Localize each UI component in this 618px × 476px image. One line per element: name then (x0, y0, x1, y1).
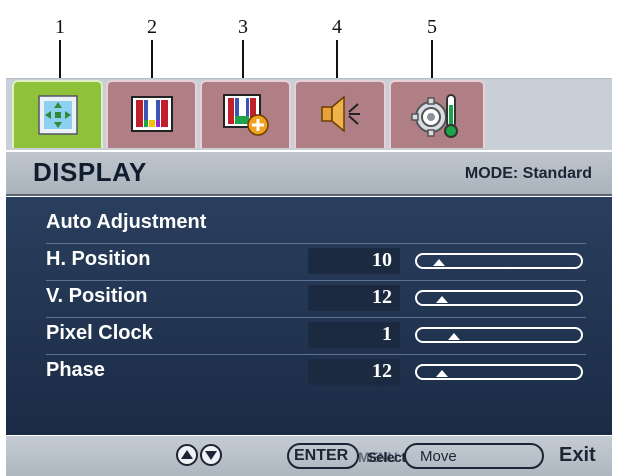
page-title: DISPLAY (33, 157, 147, 187)
up-button[interactable] (176, 444, 198, 466)
value-readout: 12 (372, 286, 392, 308)
tab-picture[interactable] (106, 80, 197, 148)
arrow-down-icon (205, 451, 217, 460)
tab-pointer-5 (431, 40, 433, 82)
value-readout: 10 (372, 249, 392, 271)
menu-select-label: MENUSelect (358, 449, 406, 465)
enter-label[interactable]: ENTER (294, 447, 348, 465)
footer-bar: ENTER MENUSelect Move Exit (6, 436, 612, 476)
v-position-slider[interactable] (414, 287, 584, 309)
menu-item-label: H. Position (46, 248, 151, 270)
move-label[interactable]: Move (420, 448, 457, 465)
menu-panel: Auto Adjustment H. Position 10 V. Positi… (6, 197, 612, 435)
system-gear-icon (411, 94, 458, 138)
menu-header: DISPLAY MODE: Standard (6, 150, 612, 196)
tab-pointer-4 (336, 40, 338, 82)
slider-thumb[interactable] (433, 259, 445, 266)
tab-pointer-2 (151, 40, 153, 82)
slider-thumb[interactable] (448, 333, 460, 340)
value-box: 1 (308, 322, 400, 348)
tab-number-2: 2 (147, 16, 157, 38)
menu-item-auto-adjustment[interactable]: Auto Adjustment (46, 207, 586, 244)
h-position-slider[interactable] (414, 250, 584, 272)
menu-item-phase[interactable]: Phase 12 (46, 355, 586, 391)
exit-button[interactable]: Exit (559, 444, 596, 467)
menu-item-label: V. Position (46, 285, 148, 307)
value-box: 12 (308, 285, 400, 311)
menu-item-label: Phase (46, 359, 105, 381)
pixel-clock-slider[interactable] (414, 324, 584, 346)
down-button[interactable] (200, 444, 222, 466)
tab-picture-advanced[interactable] (200, 80, 291, 148)
value-readout: 12 (372, 360, 392, 382)
arrow-up-icon (181, 450, 193, 459)
tab-system[interactable] (389, 80, 485, 148)
menu-label: MENU (358, 449, 398, 465)
tab-pointer-1 (59, 40, 61, 82)
menu-item-label: Pixel Clock (46, 322, 153, 344)
slider-track[interactable] (415, 327, 583, 343)
mode-indicator: MODE: Standard (464, 165, 592, 182)
tab-number-5: 5 (427, 16, 437, 38)
menu-item-pixel-clock[interactable]: Pixel Clock 1 (46, 318, 586, 355)
value-box: 10 (308, 248, 400, 274)
picture-icon (130, 96, 173, 132)
phase-slider[interactable] (414, 361, 584, 383)
speaker-icon (321, 95, 360, 133)
display-adjust-icon (37, 95, 78, 135)
slider-thumb[interactable] (436, 296, 448, 303)
tab-number-4: 4 (332, 16, 342, 38)
tab-number-3: 3 (238, 16, 248, 38)
slider-thumb[interactable] (436, 370, 448, 377)
tab-pointer-3 (242, 40, 244, 82)
menu-item-h-position[interactable]: H. Position 10 (46, 244, 586, 281)
tab-number-1: 1 (55, 16, 65, 38)
menu-item-v-position[interactable]: V. Position 12 (46, 281, 586, 318)
picture-advanced-icon (222, 94, 269, 136)
tab-display[interactable] (12, 80, 103, 148)
menu-item-label: Auto Adjustment (46, 211, 207, 233)
value-readout: 1 (382, 323, 392, 345)
tab-audio[interactable] (294, 80, 386, 148)
value-box: 12 (308, 359, 400, 385)
